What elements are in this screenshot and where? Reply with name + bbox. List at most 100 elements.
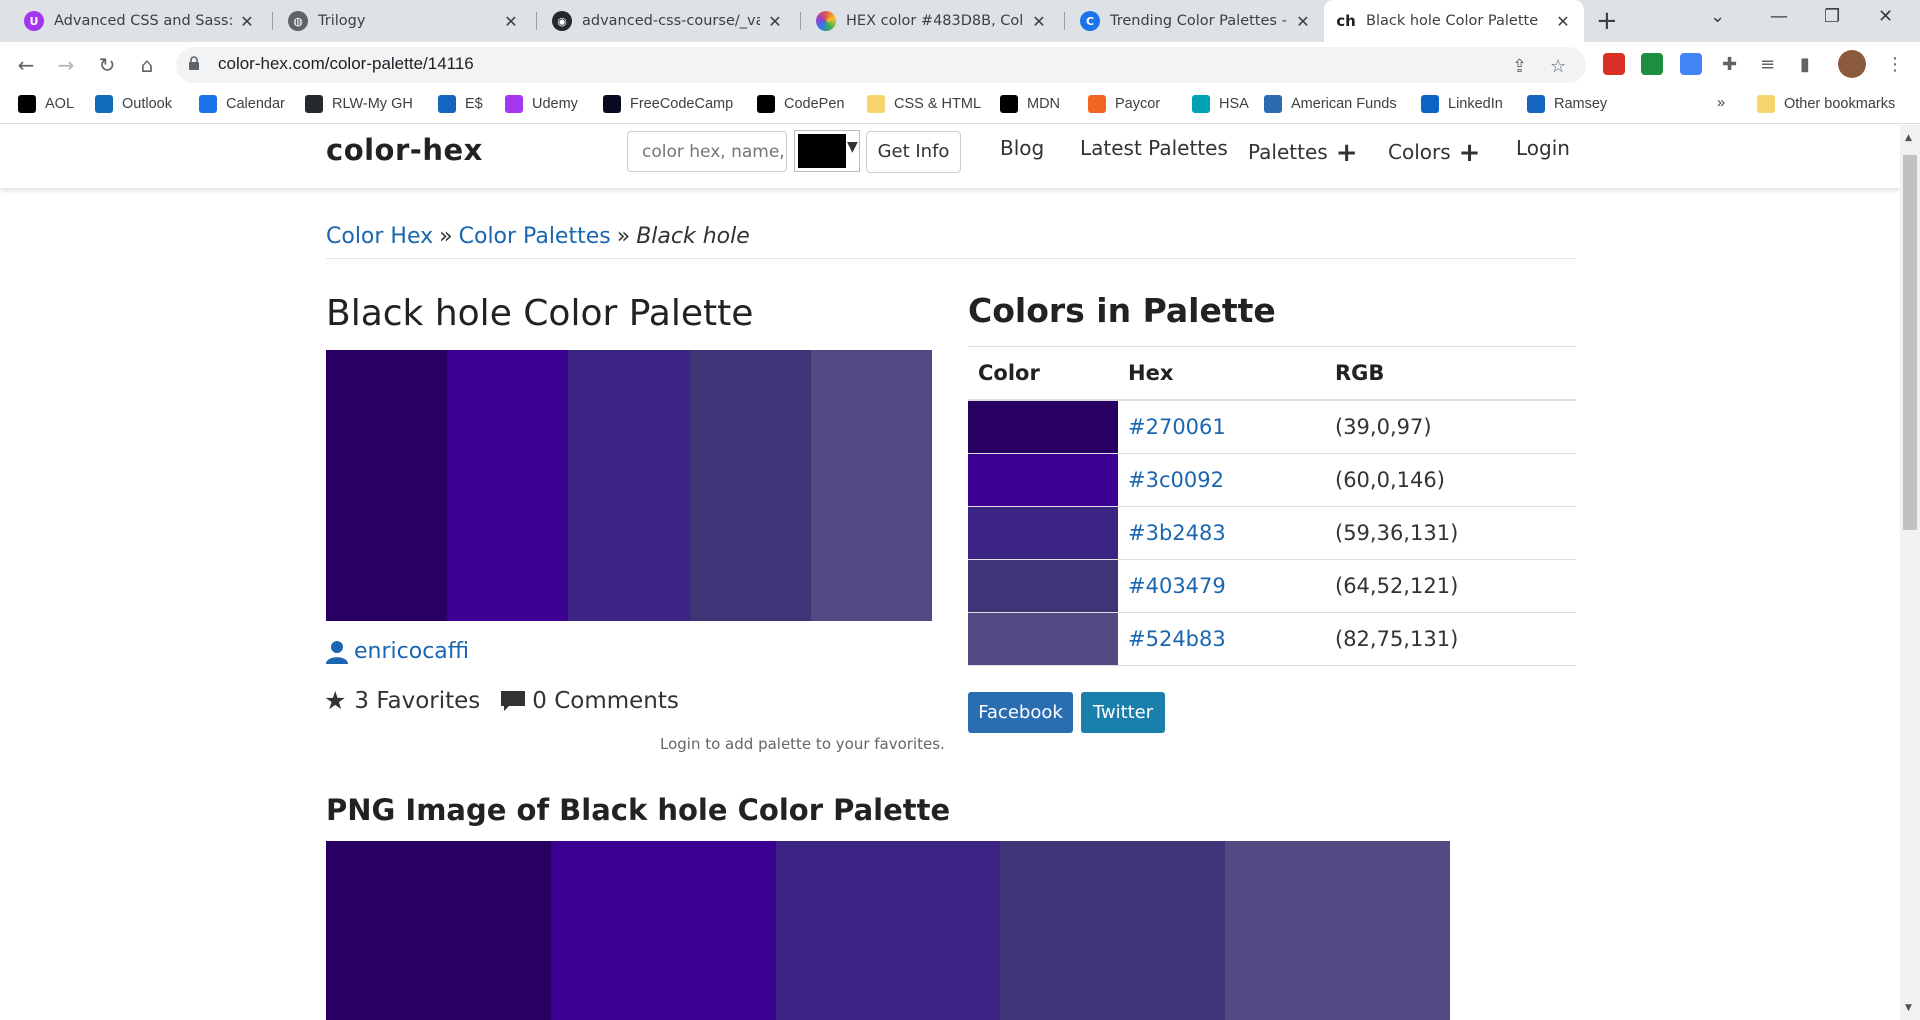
palette-swatch[interactable]	[447, 350, 569, 621]
bookmark-item[interactable]: MDN	[1000, 95, 1060, 113]
bookmark-label: AOL	[45, 96, 75, 112]
bookmark-label: Calendar	[226, 96, 285, 112]
bookmark-item[interactable]: Udemy	[505, 95, 578, 113]
author-link[interactable]: enricocaffi	[326, 639, 469, 664]
breadcrumb-home-link[interactable]: Color Hex	[326, 224, 433, 249]
bookmark-item[interactable]: LinkedIn	[1421, 95, 1503, 113]
tab-title: HEX color #483D8B, Color n	[846, 13, 1024, 29]
bookmarks-overflow-button[interactable]: »	[1717, 95, 1725, 111]
close-icon[interactable]: ✕	[766, 12, 784, 31]
palette-swatch[interactable]	[689, 350, 811, 621]
bookmark-item[interactable]: Ramsey	[1527, 95, 1607, 113]
nav-login[interactable]: Login	[1516, 136, 1570, 160]
hex-link[interactable]: #403479	[1118, 559, 1325, 613]
nav-blog[interactable]: Blog	[1000, 136, 1044, 160]
browser-tab[interactable]: HEX color #483D8B, Color n ✕	[804, 0, 1060, 42]
tab-search-icon[interactable]: ⌄	[1710, 6, 1725, 27]
palette-swatch[interactable]	[568, 350, 690, 621]
table-row: #270061 (39,0,97)	[968, 399, 1576, 454]
close-icon[interactable]: ✕	[1030, 12, 1048, 31]
close-window-icon[interactable]: ✕	[1878, 6, 1893, 27]
adblock-extension-icon[interactable]	[1603, 53, 1625, 75]
bookmark-item[interactable]: Calendar	[199, 95, 285, 113]
site-navbar: color-hex ▼ Get Info Blog Latest Palette…	[0, 125, 1900, 188]
breadcrumb-palettes-link[interactable]: Color Palettes	[459, 224, 611, 249]
reading-list-icon[interactable]: ≡	[1760, 54, 1775, 75]
color-swatch-cell	[968, 399, 1118, 454]
scrollbar[interactable]: ▲ ▼	[1900, 125, 1920, 1020]
extension-icon[interactable]	[1641, 53, 1663, 75]
breadcrumb-current: Black hole	[636, 224, 750, 249]
site-logo[interactable]: color-hex	[326, 133, 483, 167]
other-bookmarks-folder[interactable]: Other bookmarks	[1757, 95, 1895, 113]
browser-tab[interactable]: ◍ Trilogy ✕	[276, 0, 532, 42]
rgb-value: (39,0,97)	[1325, 399, 1576, 454]
nav-palettes-label: Palettes	[1248, 140, 1328, 164]
nav-latest-palettes[interactable]: Latest Palettes	[1080, 136, 1228, 160]
avatar[interactable]	[1838, 50, 1866, 78]
address-bar[interactable]: color-hex.com/color-palette/14116 ⇪ ☆	[176, 47, 1586, 83]
close-icon[interactable]: ✕	[502, 12, 520, 31]
back-icon[interactable]: ←	[12, 51, 40, 79]
favorites-count: 3 Favorites	[354, 687, 481, 714]
tab-title: Trilogy	[318, 13, 366, 29]
mdn-icon	[1000, 95, 1018, 113]
browser-tab[interactable]: U Advanced CSS and Sass: Fle ✕	[12, 0, 268, 42]
color-search-input[interactable]	[627, 131, 787, 172]
bookmark-item[interactable]: RLW-My GH	[305, 95, 413, 113]
scrollbar-thumb[interactable]	[1903, 155, 1917, 530]
palette-swatch[interactable]	[326, 350, 448, 621]
nav-palettes[interactable]: Palettes +	[1248, 136, 1357, 168]
scroll-up-arrow-icon[interactable]: ▲	[1905, 133, 1912, 143]
browser-tab[interactable]: ◉ advanced-css-course/_varia ✕	[540, 0, 796, 42]
freecodecamp-icon	[603, 95, 621, 113]
minimize-icon[interactable]: —	[1770, 6, 1788, 27]
close-icon[interactable]: ✕	[238, 12, 256, 31]
comments-count[interactable]: 0 Comments	[532, 688, 679, 714]
side-panel-icon[interactable]: ▮	[1800, 54, 1810, 75]
color-swatch-cell	[968, 506, 1118, 560]
hex-link[interactable]: #3c0092	[1118, 453, 1325, 507]
bookmark-item[interactable]: Paycor	[1088, 95, 1160, 113]
restore-icon[interactable]: ❐	[1824, 6, 1840, 27]
coolors-icon: C	[1080, 11, 1100, 31]
bookmark-star-icon[interactable]: ☆	[1550, 56, 1566, 77]
browser-tab[interactable]: C Trending Color Palettes - Co ✕	[1068, 0, 1324, 42]
hex-link[interactable]: #524b83	[1118, 612, 1325, 666]
ramsey-r-icon	[438, 95, 456, 113]
palette-png-image[interactable]	[326, 841, 1450, 1020]
bookmark-item[interactable]: E$	[438, 95, 483, 113]
scroll-down-arrow-icon[interactable]: ▼	[1905, 1003, 1912, 1013]
star-icon[interactable]: ★	[324, 686, 346, 715]
home-icon[interactable]: ⌂	[133, 51, 161, 79]
bookmark-item[interactable]: HSA	[1192, 95, 1249, 113]
menu-kebab-icon[interactable]: ⋮	[1886, 54, 1904, 75]
palette-swatch[interactable]	[810, 350, 933, 621]
extension-icon[interactable]	[1680, 53, 1702, 75]
bookmark-item[interactable]: CodePen	[757, 95, 844, 113]
bookmark-item[interactable]: AOL	[18, 95, 74, 113]
bookmark-item[interactable]: FreeCodeCamp	[603, 95, 733, 113]
bookmark-item[interactable]: CSS & HTML	[867, 95, 981, 113]
share-icon[interactable]: ⇪	[1512, 56, 1527, 77]
paycor-icon	[1088, 95, 1106, 113]
nav-colors[interactable]: Colors +	[1388, 136, 1480, 168]
table-row: #3c0092 (60,0,146)	[968, 453, 1576, 507]
close-icon[interactable]: ✕	[1294, 12, 1312, 31]
browser-tab-active[interactable]: ch Black hole Color Palette ✕	[1324, 0, 1584, 42]
facebook-share-button[interactable]: Facebook	[968, 692, 1073, 733]
forward-icon[interactable]: →	[52, 51, 80, 79]
color-picker-swatch	[798, 134, 846, 168]
twitter-share-button[interactable]: Twitter	[1081, 692, 1165, 733]
color-picker[interactable]: ▼	[794, 130, 860, 172]
hex-link[interactable]: #3b2483	[1118, 506, 1325, 560]
close-icon[interactable]: ✕	[1554, 12, 1572, 31]
palette-stats: ★ 3 Favorites 0 Comments	[324, 686, 679, 715]
get-info-button[interactable]: Get Info	[866, 131, 961, 173]
reload-icon[interactable]: ↻	[93, 51, 121, 79]
bookmark-item[interactable]: American Funds	[1264, 95, 1397, 113]
hex-link[interactable]: #270061	[1118, 399, 1325, 454]
new-tab-button[interactable]: +	[1596, 6, 1618, 36]
bookmark-item[interactable]: Outlook	[95, 95, 172, 113]
puzzle-extensions-icon[interactable]: ✚	[1722, 54, 1737, 75]
